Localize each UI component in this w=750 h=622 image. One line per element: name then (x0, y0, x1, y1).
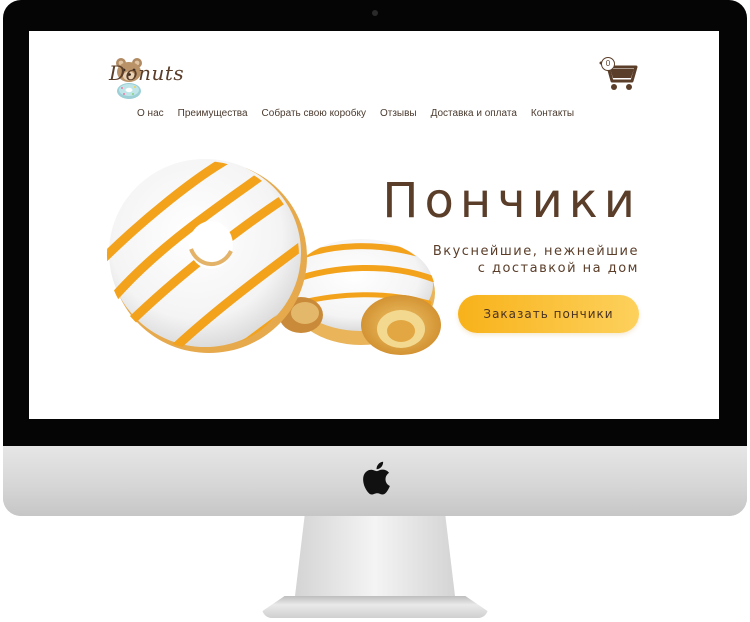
nav-item-delivery[interactable]: Доставка и оплата (431, 108, 517, 119)
hero-subtitle: Вкуснейшие, нежнейшие с доставкой на дом (379, 243, 639, 277)
camera-icon (372, 10, 378, 16)
nav-item-reviews[interactable]: Отзывы (380, 108, 417, 119)
nav-item-advantages[interactable]: Преимущества (178, 108, 248, 119)
nav-item-contacts[interactable]: Контакты (531, 108, 574, 119)
nav-item-build-box[interactable]: Собрать свою коробку (262, 108, 366, 119)
hero-subtitle-line-2: с доставкой на дом (477, 261, 639, 276)
monitor-stand-foot (262, 596, 488, 618)
hero-title: Пончики (382, 173, 641, 229)
monitor-stand (295, 516, 455, 596)
cart-button[interactable]: 0 (595, 55, 639, 95)
apple-logo-icon (363, 461, 390, 495)
cart-count-badge: 0 (601, 57, 615, 71)
main-nav: О нас Преимущества Собрать свою коробку … (137, 108, 574, 119)
hero-subtitle-line-1: Вкуснейшие, нежнейшие (432, 244, 639, 259)
site-logo[interactable]: Donuts (105, 53, 195, 101)
nav-item-about[interactable]: О нас (137, 108, 164, 119)
logo-text: Donuts (109, 61, 185, 85)
website-screen: Donuts 0 О нас Преимущества Собрать свою… (29, 31, 719, 419)
order-donuts-button[interactable]: Заказать пончики (458, 295, 639, 333)
